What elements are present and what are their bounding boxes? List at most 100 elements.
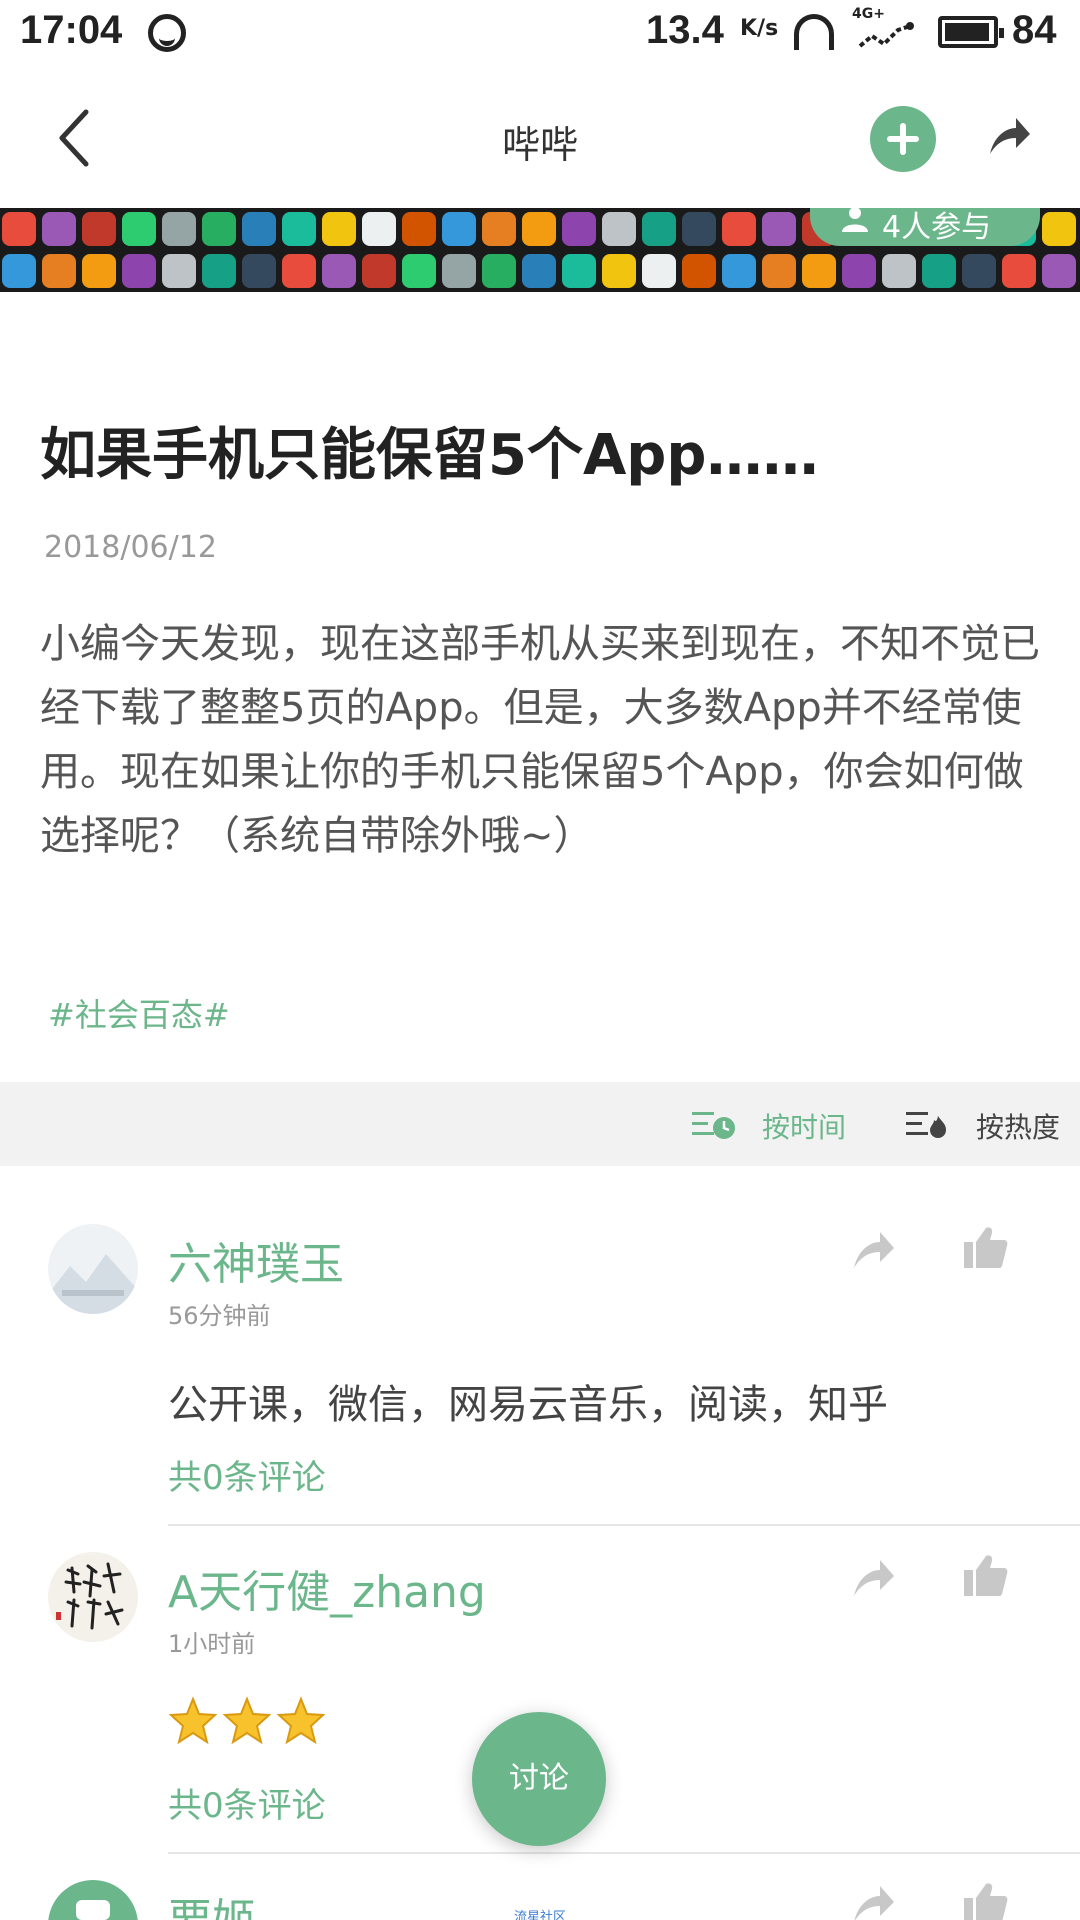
comment-author[interactable]: A天行健_zhang (168, 1556, 486, 1620)
sort-by-time-label: 按时间 (762, 1111, 847, 1144)
app-tile-icon (682, 212, 716, 246)
app-tile-icon (2, 254, 36, 288)
share-icon[interactable] (850, 1556, 896, 1600)
divider (168, 1524, 1080, 1526)
app-tile-icon (482, 254, 516, 288)
reply-count[interactable]: 共0条评论 (168, 1450, 326, 1499)
comment-time: 1小时前 (168, 1630, 256, 1658)
list-clock-icon (692, 1112, 735, 1139)
network-speed: 13.4 (646, 8, 724, 52)
article-date: 2018/06/12 (44, 530, 217, 565)
app-tile-icon (722, 212, 756, 246)
network-type: 4G+ (852, 6, 885, 22)
avatar[interactable] (48, 1552, 138, 1642)
add-button[interactable] (870, 106, 936, 172)
star-icon (276, 1696, 326, 1745)
avatar[interactable] (48, 1880, 138, 1920)
app-tile-icon (402, 254, 436, 288)
star-icon (222, 1696, 272, 1745)
app-tile-icon (1042, 254, 1076, 288)
app-tile-icon (242, 254, 276, 288)
app-tile-icon (402, 212, 436, 246)
calligraphy-avatar-icon (48, 1552, 138, 1642)
app-tile-icon (362, 212, 396, 246)
app-tile-icon (762, 212, 796, 246)
status-time: 17:04 (20, 8, 123, 52)
reply-count[interactable]: 共0条评论 (168, 1778, 326, 1827)
app-tile-icon (562, 212, 596, 246)
comment-text: 公开课，微信，网易云音乐，阅读，知乎 (168, 1382, 888, 1428)
app-tile-icon (482, 212, 516, 246)
app-tile-icon (922, 254, 956, 288)
article-title: 如果手机只能保留5个App…… (40, 423, 819, 488)
participants-badge[interactable]: 4人参与 (810, 208, 1040, 246)
comment-author[interactable]: 要姬 (168, 1884, 256, 1920)
signal-icon (858, 22, 914, 48)
app-tile-icon (42, 254, 76, 288)
network-speed-unit: K/s (740, 16, 779, 41)
person-icon (842, 208, 868, 232)
topic-banner: 4人参与 (0, 208, 1080, 292)
thumbs-up-icon[interactable] (962, 1224, 1008, 1270)
status-bar: 17:04 13.4 K/s 4G+ 84 (0, 0, 1080, 66)
app-header: 哔哔 (0, 66, 1080, 208)
app-tile-icon (442, 212, 476, 246)
app-tile-icon (362, 254, 396, 288)
app-tile-icon (762, 254, 796, 288)
discuss-button[interactable]: 讨论 (472, 1712, 606, 1846)
app-tile-icon (562, 254, 596, 288)
list-flame-icon (906, 1112, 946, 1138)
app-tile-icon (202, 212, 236, 246)
star-rating (168, 1696, 330, 1748)
app-tile-icon (882, 254, 916, 288)
thumbs-up-icon[interactable] (962, 1552, 1008, 1598)
topic-tag[interactable]: #社会百态# (48, 990, 230, 1036)
avatar[interactable] (48, 1224, 138, 1314)
app-tile-icon (242, 212, 276, 246)
app-tile-icon (802, 254, 836, 288)
app-tile-icon (602, 254, 636, 288)
app-tile-icon (322, 254, 356, 288)
app-tile-icon (1042, 212, 1076, 246)
watermark: 流星社区 (514, 1910, 567, 1920)
app-tile-icon (442, 254, 476, 288)
comment-author[interactable]: 六神璞玉 (168, 1228, 344, 1292)
battery-icon (938, 16, 1004, 48)
app-tile-icon (642, 212, 676, 246)
divider (168, 1852, 1080, 1854)
notification-icon (148, 14, 186, 52)
app-tile-icon (962, 254, 996, 288)
headset-icon (794, 14, 834, 50)
share-button[interactable] (986, 114, 1032, 158)
app-tile-icon (522, 254, 556, 288)
app-tile-icon (162, 212, 196, 246)
app-tile-icon (682, 254, 716, 288)
share-icon[interactable] (850, 1228, 896, 1272)
app-icon-row (0, 254, 1076, 292)
robot-avatar-icon (76, 1900, 110, 1920)
app-tile-icon (122, 254, 156, 288)
app-tile-icon (82, 254, 116, 288)
comment-time: 56分钟前 (168, 1302, 271, 1330)
article-body: 小编今天发现，现在这部手机从买来到现在，不知不觉已经下载了整整5页的App。但是… (40, 621, 1040, 859)
app-tile-icon (322, 212, 356, 246)
app-tile-icon (122, 212, 156, 246)
app-tile-icon (202, 254, 236, 288)
landscape-avatar-icon (48, 1224, 138, 1314)
star-icon (168, 1696, 218, 1745)
sort-bar: 按时间 按热度 (0, 1082, 1080, 1166)
app-tile-icon (2, 212, 36, 246)
sort-by-hot-label: 按热度 (976, 1111, 1061, 1144)
app-tile-icon (1002, 254, 1036, 288)
app-tile-icon (82, 212, 116, 246)
share-icon[interactable] (850, 1882, 896, 1920)
app-tile-icon (162, 254, 196, 288)
app-tile-icon (282, 212, 316, 246)
app-tile-icon (42, 212, 76, 246)
app-tile-icon (522, 212, 556, 246)
app-tile-icon (722, 254, 756, 288)
app-tile-icon (602, 212, 636, 246)
thumbs-up-icon[interactable] (962, 1880, 1008, 1920)
battery-level: 84 (1012, 8, 1057, 52)
app-tile-icon (842, 254, 876, 288)
